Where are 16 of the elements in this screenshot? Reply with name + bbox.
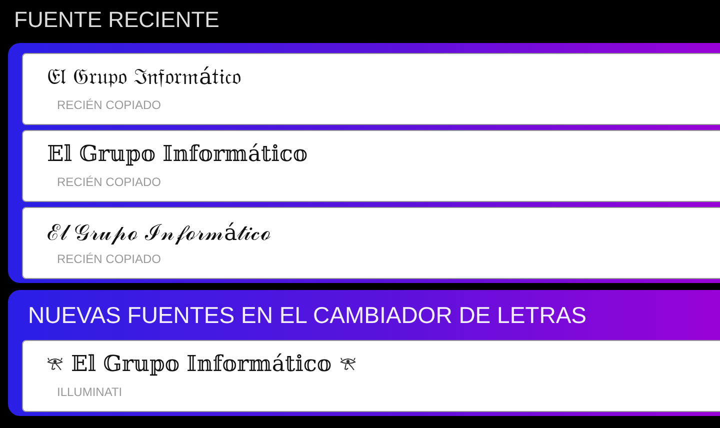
styled-text: 𝔈𝔩 𝔊𝔯𝔲𝔭𝔬 ℑ𝔫𝔣𝔬𝔯𝔪á𝔱𝔦𝔠𝔬 <box>47 64 242 90</box>
section-title: FUENTE RECIENTE <box>13 6 220 34</box>
section-title: NUEVAS FUENTES EN EL CAMBIADOR DE LETRAS <box>28 302 588 329</box>
card-label: ILLUMINATI <box>57 385 124 399</box>
card-label: RECIÉN COPIADO <box>57 98 162 112</box>
font-card[interactable]: ℰ𝓁 𝒢𝓇𝓊𝓅ℴ ℐ𝓃𝒻ℴ𝓇𝓂á𝓉𝒾𝒸ℴ RECIÉN COPIADO <box>22 207 720 279</box>
card-label: RECIÉN COPIADO <box>57 252 162 266</box>
font-card[interactable]: 𝔈𝔩 𝔊𝔯𝔲𝔭𝔬 ℑ𝔫𝔣𝔬𝔯𝔪á𝔱𝔦𝔠𝔬 RECIÉN COPIADO <box>22 53 720 125</box>
styled-text: 𝔼𝕝 𝔾𝕣𝕦𝕡𝕠 𝕀𝕟𝕗𝕠𝕣𝕞á𝕥𝕚𝕔𝕠 <box>47 142 308 166</box>
styled-text: 𝔼𝕝 𝔾𝕣𝕦𝕡𝕠 𝕀𝕟𝕗𝕠𝕣𝕞á𝕥𝕚𝕔𝕠 <box>71 352 332 376</box>
eye-icon <box>47 357 63 371</box>
styled-text: ℰ𝓁 𝒢𝓇𝓊𝓅ℴ ℐ𝓃𝒻ℴ𝓇𝓂á𝓉𝒾𝒸ℴ <box>47 220 272 246</box>
eye-icon <box>340 357 356 371</box>
card-label: RECIÉN COPIADO <box>57 175 162 189</box>
font-card[interactable]: 𝔼𝕝 𝔾𝕣𝕦𝕡𝕠 𝕀𝕟𝕗𝕠𝕣𝕞á𝕥𝕚𝕔𝕠 ILLUMINATI <box>22 340 720 412</box>
font-card[interactable]: 𝔼𝕝 𝔾𝕣𝕦𝕡𝕠 𝕀𝕟𝕗𝕠𝕣𝕞á𝕥𝕚𝕔𝕠 RECIÉN COPIADO <box>22 130 720 202</box>
